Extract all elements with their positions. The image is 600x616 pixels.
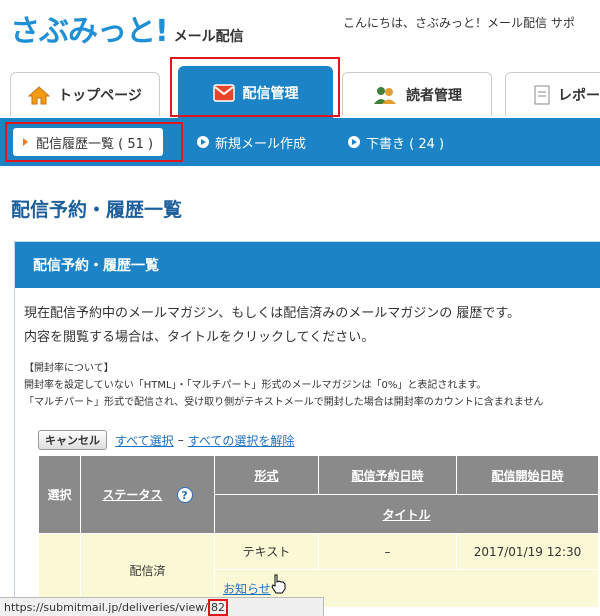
tab-label: 読者管理 [406, 87, 462, 104]
logo-subtext: メール配信 [173, 29, 244, 45]
arrow-right-icon [23, 138, 28, 146]
play-circle-icon [197, 136, 209, 148]
cancel-button[interactable]: キャンセル [38, 430, 107, 450]
sort-title-link[interactable]: タイトル [382, 508, 430, 522]
sub-navigation: 配信履歴一覧 ( 51 ) 新規メール作成 下書き ( 24 ) [0, 118, 600, 166]
header: さぶみっと! メール配信 こんにちは、さぶみっと！メール配信 サポ [0, 0, 600, 62]
tab-label: レポー [558, 87, 600, 104]
browser-status-bar: https://submitmail.jp/deliveries/view/ 8… [0, 597, 324, 616]
column-header-start[interactable]: 配信開始日時 [456, 455, 599, 495]
separator: – [177, 433, 184, 447]
subnav-label: 配信履歴一覧 ( 51 ) [36, 136, 154, 152]
greeting-text: こんにちは、さぶみっと！メール配信 サポ [343, 16, 575, 30]
subnav-label: 下書き ( 24 ) [366, 136, 445, 152]
subnav-new-mail[interactable]: 新規メール作成 [197, 130, 306, 154]
home-icon [28, 85, 51, 105]
table-row: 配信済 テキスト – 2017/01/19 12:30 [38, 533, 599, 608]
open-rate-note-line-2: 「マルチパート」形式で配信され、受け取り側がテキストメールで開封した場合は開封率… [24, 397, 544, 408]
users-icon [372, 85, 398, 105]
hand-cursor-icon [270, 574, 286, 598]
panel-title: 配信予約・履歴一覧 [15, 242, 600, 288]
sort-start-link[interactable]: 配信開始日時 [491, 469, 563, 483]
subnav-delivery-history[interactable]: 配信履歴一覧 ( 51 ) [13, 128, 164, 156]
clear-selection-link[interactable]: すべての選択を解除 [188, 432, 295, 449]
report-icon [534, 85, 550, 105]
status-url-id: 82 [207, 598, 228, 616]
sort-format-link[interactable]: 形式 [254, 469, 278, 483]
description-line-1: 現在配信予約中のメールマガジン、もしくは配信済みのメールマガジンの 履歴です。 [24, 306, 521, 321]
sort-reserved-link[interactable]: 配信予約日時 [351, 469, 423, 483]
description-line-2: 内容を閲覧する場合は、タイトルをクリックしてください。 [24, 330, 375, 345]
main-tabs: トップページ 配信管理 読者管理 レポー [0, 57, 600, 118]
column-header-reserved[interactable]: 配信予約日時 [318, 455, 457, 495]
column-header-status[interactable]: ステータス ? [80, 455, 215, 534]
status-url: https://submitmail.jp/deliveries/view/ [4, 600, 208, 614]
page-title: 配信予約・履歴一覧 [11, 199, 183, 221]
tab-report[interactable]: レポー [505, 72, 600, 116]
play-circle-icon [348, 136, 360, 148]
subnav-drafts[interactable]: 下書き ( 24 ) [348, 130, 444, 154]
subnav-label: 新規メール作成 [215, 136, 307, 152]
row-start: 2017/01/19 12:30 [456, 533, 599, 570]
tab-label: トップページ [58, 87, 142, 104]
history-table: 選択 ステータス ? 形式 配信予約日時 配信開始日時 タイトル 配信済 テキス… [38, 455, 599, 608]
help-icon[interactable]: ? [176, 487, 193, 504]
row-title-link[interactable]: お知らせ [223, 582, 271, 596]
sort-status-link[interactable]: ステータス [102, 488, 162, 502]
logo-text: さぶみっと! [10, 14, 169, 49]
logo[interactable]: さぶみっと! メール配信 [10, 14, 244, 50]
select-all-link[interactable]: すべて選択 [115, 432, 174, 449]
column-header-format[interactable]: 形式 [214, 455, 319, 495]
open-rate-note-line-1: 開封率を設定していない「HTML」・「マルチパート」形式のメールマガジンは「0%… [24, 380, 487, 391]
column-header-select: 選択 [38, 455, 81, 534]
tab-label: 配信管理 [242, 85, 299, 102]
tab-top-page[interactable]: トップページ [10, 72, 160, 116]
tab-reader-management[interactable]: 読者管理 [342, 72, 492, 116]
row-reserved: – [318, 533, 457, 570]
column-header-title[interactable]: タイトル [214, 494, 599, 534]
open-rate-note-heading: 【開封率について】 [24, 363, 114, 374]
tab-delivery-management[interactable]: 配信管理 [178, 66, 333, 118]
row-format: テキスト [214, 533, 319, 570]
mail-icon [212, 83, 235, 102]
bulk-actions: キャンセル すべて選択 – すべての選択を解除 [38, 430, 294, 450]
